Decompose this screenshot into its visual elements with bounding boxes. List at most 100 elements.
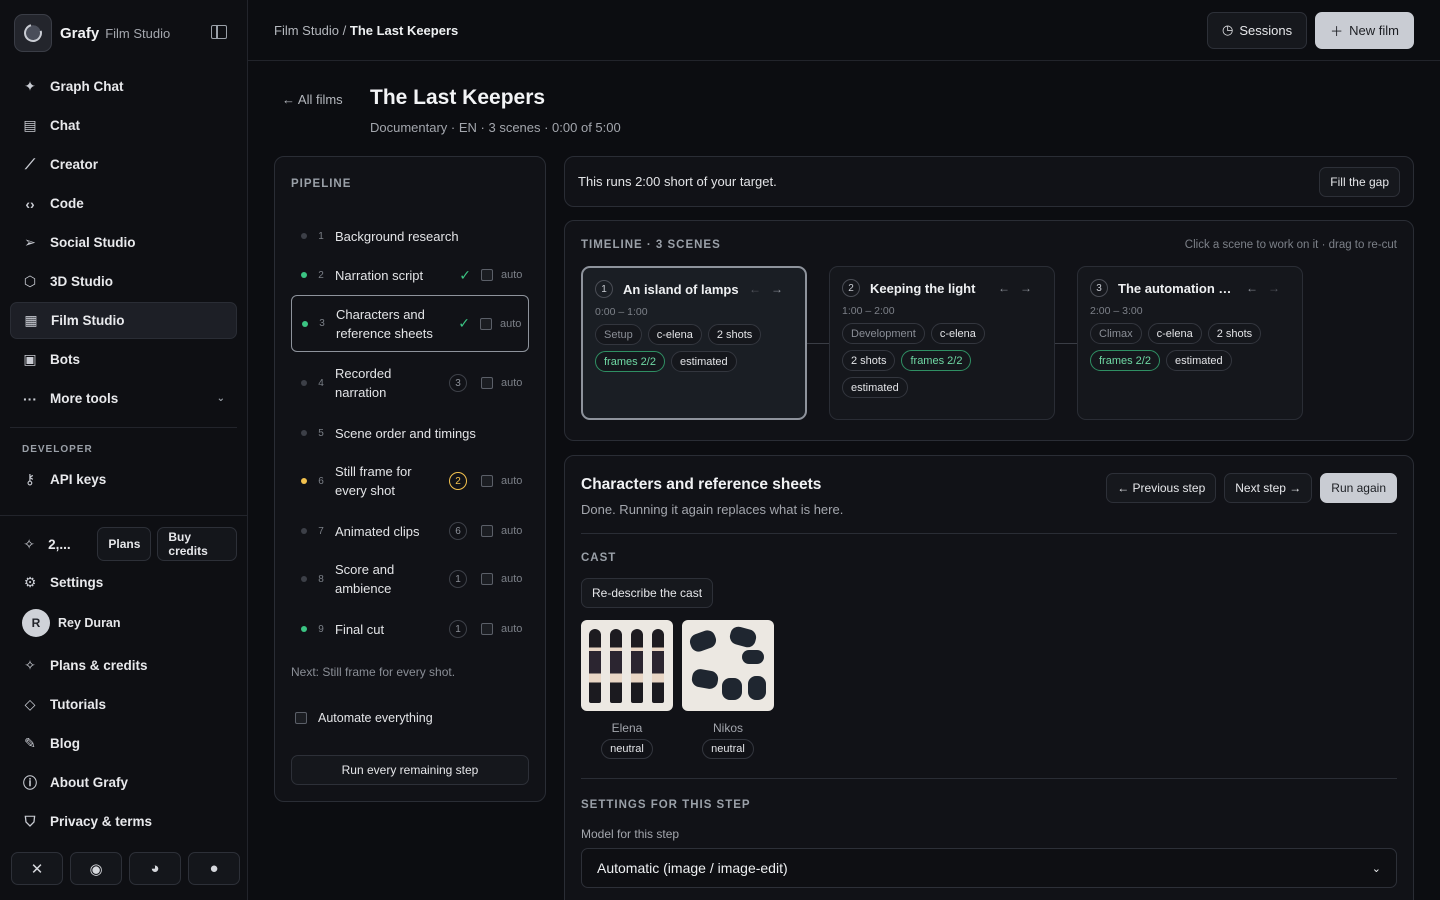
automate-checkbox[interactable]	[295, 712, 307, 724]
scene-card-2[interactable]: 2 Keeping the light ←→ 1:00 – 2:00 Develop…	[829, 266, 1055, 420]
scene-tag: estimated	[670, 351, 737, 372]
developer-section-label: DEVELOPER	[22, 444, 93, 455]
model-label: Model for this step	[581, 827, 680, 841]
scene-tag: frames 2/2	[1090, 350, 1160, 371]
nav-item-privacy[interactable]: ⛉ Privacy & terms	[10, 803, 237, 840]
breadcrumb-root[interactable]: Film Studio	[274, 23, 339, 38]
nav-item-3d-studio[interactable]: ⬡ 3D Studio	[10, 263, 237, 300]
check-icon: ✓	[458, 315, 470, 331]
x-icon[interactable]: ✕	[11, 852, 63, 885]
auto-checkbox[interactable]	[481, 377, 493, 389]
circle-icon[interactable]: ●	[188, 852, 240, 885]
nav-item-api-keys[interactable]: ⚷ API keys	[10, 461, 237, 498]
timeline-panel: TIMELINE · 3 SCENES Click a scene to wor…	[564, 220, 1414, 441]
run-remaining-button[interactable]: Run every remaining step	[291, 755, 529, 785]
cast-card-elena[interactable]: Elena neutral	[581, 620, 673, 759]
nav-item-chat[interactable]: ▤ Chat	[10, 107, 237, 144]
more-icon: ···	[23, 390, 37, 407]
pipeline-step-4[interactable]: 4 Recorded narration 3 auto	[291, 363, 529, 403]
user-name: Rey Duran	[58, 616, 121, 630]
all-films-link[interactable]: ← All films	[282, 92, 343, 107]
automate-everything-toggle[interactable]: Automate everything	[295, 711, 433, 725]
pipeline-step-9[interactable]: 9 Final cut 1 auto	[291, 618, 529, 640]
pipeline-label: PIPELINE	[291, 178, 352, 190]
cast-mood-badge: neutral	[702, 739, 754, 759]
previous-step-button[interactable]: ← Previous step	[1106, 473, 1217, 503]
pipeline-step-2[interactable]: 2 Narration script ✓ auto	[291, 264, 529, 286]
step-detail-panel: Characters and reference sheets Done. Ru…	[564, 455, 1414, 900]
plans-button[interactable]: Plans	[97, 527, 152, 561]
discord-icon[interactable]: ◉	[70, 852, 122, 885]
nav-item-plans-credits[interactable]: ✧ Plans & credits	[10, 647, 237, 684]
pipeline-step-6[interactable]: 6 Still frame for every shot 2 auto	[291, 461, 529, 501]
pipeline-step-3[interactable]: 3 Characters and reference sheets ✓ auto	[291, 295, 529, 352]
user-profile[interactable]: R Rey Duran	[0, 601, 247, 645]
move-left-icon[interactable]: ←	[998, 281, 1020, 295]
auto-checkbox[interactable]	[481, 573, 493, 585]
scene-tag: estimated	[1165, 350, 1232, 371]
nav-item-social-studio[interactable]: ➢ Social Studio	[10, 224, 237, 261]
nav-item-tutorials[interactable]: ◇ Tutorials	[10, 686, 237, 723]
nav-item-blog[interactable]: ✎ Blog	[10, 725, 237, 762]
sidebar-toggle-icon[interactable]	[211, 25, 227, 39]
nav-item-more-tools[interactable]: ··· More tools ⌄	[10, 380, 237, 417]
timeline-hint: Click a scene to work on it · drag to re…	[1184, 239, 1397, 251]
key-icon: ⚷	[24, 471, 36, 487]
model-select[interactable]: Automatic (image / image-edit) ⌄	[581, 848, 1397, 888]
move-right-icon[interactable]: →	[1268, 281, 1290, 295]
brand: Grafy Film Studio	[0, 0, 247, 66]
scene-card-3[interactable]: 3 The automation o... ←→ 2:00 – 3:00 Clima…	[1077, 266, 1303, 420]
redescribe-cast-button[interactable]: Re-describe the cast	[581, 578, 714, 608]
nav-item-creator[interactable]: ⟋ Creator	[10, 146, 237, 183]
divider	[581, 778, 1397, 779]
cast-card-nikos[interactable]: Nikos neutral	[682, 620, 774, 759]
sessions-button[interactable]: ◷ Sessions	[1207, 11, 1308, 49]
move-left-icon[interactable]: ←	[1246, 281, 1268, 295]
auto-checkbox[interactable]	[481, 475, 493, 487]
model-select-value: Automatic (image / image-edit)	[597, 860, 788, 876]
new-film-button[interactable]: ＋ New film	[1315, 11, 1414, 49]
scene-time: 2:00 – 3:00	[1090, 305, 1143, 317]
scene-card-1[interactable]: 1 An island of lamps ←→ 0:00 – 1:00 Setup …	[581, 266, 807, 420]
move-left-icon[interactable]: ←	[749, 282, 771, 296]
pipeline-step-7[interactable]: 7 Animated clips 6 auto	[291, 520, 529, 542]
wand-icon: ⟋	[25, 156, 35, 172]
nav-item-film-studio[interactable]: ▦ Film Studio	[10, 302, 237, 339]
fill-gap-button[interactable]: Fill the gap	[1319, 166, 1400, 197]
settings-label: SETTINGS FOR THIS STEP	[581, 799, 751, 811]
github-icon[interactable]: ◕	[129, 852, 181, 885]
pipeline-step-5[interactable]: 5 Scene order and timings	[291, 422, 529, 444]
nav-item-code[interactable]: ‹› Code	[10, 185, 237, 222]
breadcrumb: Film Studio / The Last Keepers	[274, 22, 459, 38]
alert-text: This runs 2:00 short of your target.	[578, 174, 777, 189]
scene-tag: c-elena	[647, 324, 702, 345]
scene-connector	[1055, 343, 1077, 344]
auto-checkbox[interactable]	[481, 623, 493, 635]
cast-label: CAST	[581, 552, 617, 564]
nav-item-graph-chat[interactable]: ✦ Graph Chat	[10, 68, 237, 105]
count-badge: 6	[449, 522, 467, 540]
scene-tag: Development	[842, 323, 925, 344]
divider	[581, 533, 1397, 534]
scene-tag: 2 shots	[1207, 323, 1262, 344]
buy-credits-button[interactable]: Buy credits	[157, 527, 238, 561]
gear-icon: ⚙	[23, 574, 37, 590]
nav-item-bots[interactable]: ▣ Bots	[10, 341, 237, 378]
pipeline-step-1[interactable]: 1 Background research	[291, 225, 529, 247]
nav-item-settings[interactable]: ⚙ Settings	[10, 564, 237, 601]
pipeline-step-8[interactable]: 8 Score and ambience 1 auto	[291, 559, 529, 599]
move-right-icon[interactable]: →	[1020, 281, 1042, 295]
scene-connector	[807, 343, 829, 344]
history-icon: ◷	[1222, 22, 1234, 37]
auto-checkbox[interactable]	[481, 269, 493, 281]
auto-checkbox[interactable]	[481, 525, 493, 537]
scene-tag: c-elena	[1147, 323, 1202, 344]
grafy-logo-icon[interactable]	[14, 14, 52, 52]
avatar: R	[22, 609, 50, 637]
next-step-button[interactable]: Next step →	[1224, 473, 1313, 503]
nav-item-about[interactable]: ⓘ About Grafy	[10, 764, 237, 801]
timeline-label: TIMELINE · 3 SCENES	[581, 239, 721, 251]
run-again-button[interactable]: Run again	[1320, 473, 1397, 503]
move-right-icon[interactable]: →	[771, 282, 793, 296]
auto-checkbox[interactable]	[480, 317, 492, 330]
